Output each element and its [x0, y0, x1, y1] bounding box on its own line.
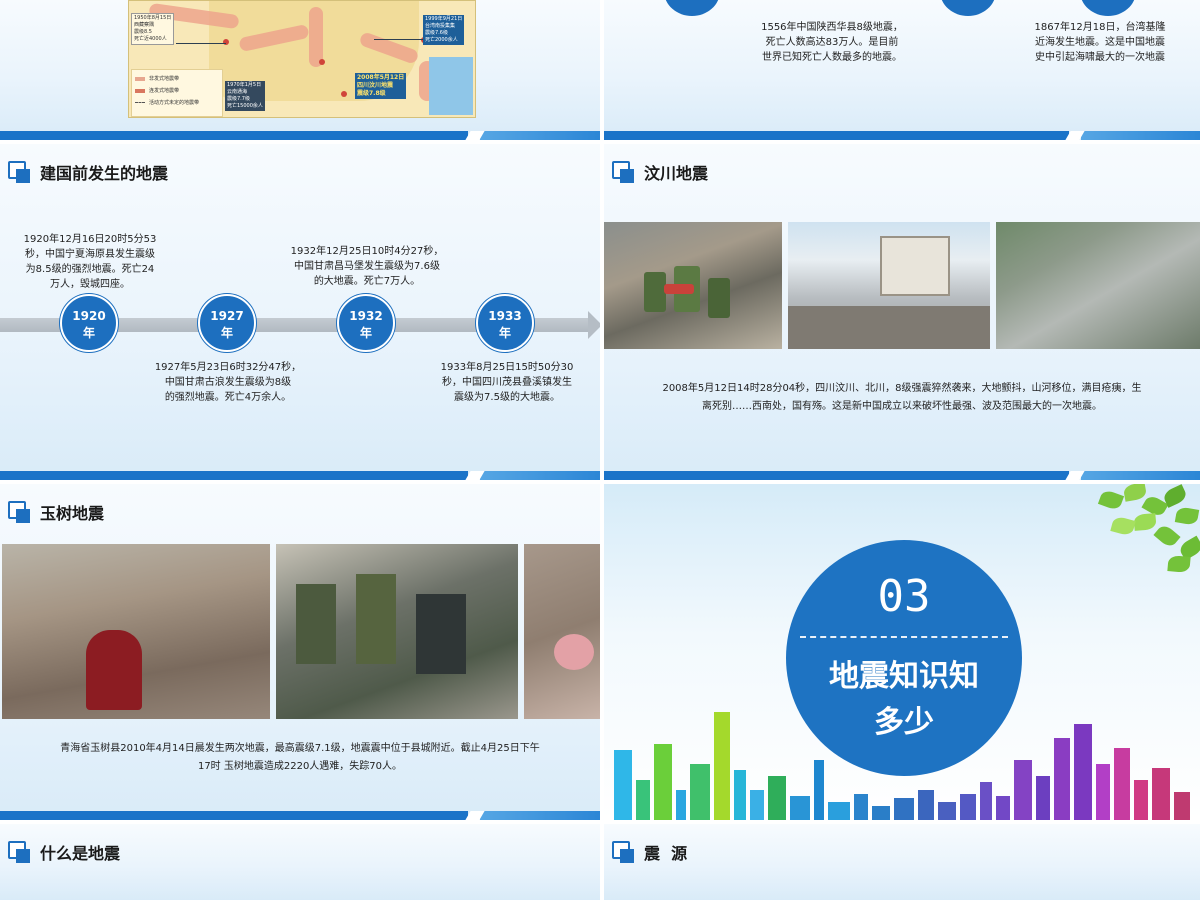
label-1950: 1950年8月15日 西藏察隅 震级8.5 死亡近4000人: [131, 13, 175, 45]
year-circle: [1080, 0, 1136, 16]
title-text: 震 源: [644, 844, 688, 863]
slide-section-03[interactable]: 03 地震知识知 多少: [604, 484, 1200, 820]
slide-title: 什么是地震: [8, 840, 120, 864]
slide-footer-bar: [0, 811, 600, 820]
label-1999: 1999年9月21日 台湾南投集集 震级7.6级 死亡2000余人: [423, 15, 465, 45]
connector-line: [374, 39, 424, 40]
square-bullet-icon: [8, 161, 32, 183]
event-text-1920: 1920年12月16日20时5分53 秒，中国宁夏海原县发生震级 为8.5级的强…: [23, 234, 157, 290]
timeline-arrow-icon: [588, 311, 600, 339]
wenchuan-caption: 2008年5月12日14时28分04秒，四川汶川、北川，8级强震猝然袭来，大地颤…: [662, 383, 1142, 412]
photo-collapsed-building: [788, 222, 990, 349]
huaxian-quake-text: 1556年中国陕西华县8级地震， 死亡人数高达83万人。是目前 世界已知死亡人数…: [761, 22, 903, 63]
slide-earthquake-source[interactable]: 震 源: [604, 824, 1200, 900]
slide-history-quakes[interactable]: 1556年中国陕西华县8级地震， 死亡人数高达83万人。是目前 世界已知死亡人数…: [604, 0, 1200, 140]
city-skyline-decoration: [604, 700, 1200, 820]
map-inset-sea: [429, 57, 473, 115]
timeline-node-1927[interactable]: 1927 年: [198, 294, 256, 352]
legend-item: 连发式地震带: [135, 85, 219, 97]
slide-footer-bar: [0, 471, 600, 480]
photo-monk-ruins: [2, 544, 270, 719]
legend-item: 活动方式未定的地震带: [135, 97, 219, 109]
title-text: 汶川地震: [644, 164, 709, 183]
connector-line: [176, 43, 226, 44]
slide-title: 震 源: [612, 840, 687, 864]
timeline-node-1932[interactable]: 1932 年: [337, 294, 395, 352]
slide-footer-bar: [0, 131, 600, 140]
slide-title: 建国前发生的地震: [8, 160, 168, 184]
section-number: 03: [877, 571, 931, 622]
title-text: 建国前发生的地震: [40, 164, 169, 183]
slide-footer-bar: [604, 471, 1200, 480]
epicenter-pin: [341, 91, 347, 97]
slide-wenchuan[interactable]: 汶川地震 2008年5月12日14时28分04秒，四川汶川、北川，8级强震猝然袭…: [604, 144, 1200, 480]
square-bullet-icon: [8, 501, 32, 523]
timeline-node-1933[interactable]: 1933 年: [476, 294, 534, 352]
photo-rescue-soldiers: [604, 222, 782, 349]
slide-title: 玉树地震: [8, 500, 104, 524]
slide-yushu[interactable]: 玉树地震 青海省玉树县2010年4月14日晨发生两次地震，最高震级7.1级，地震…: [0, 484, 600, 820]
event-text-1932: 1932年12月25日10时4分27秒， 中国甘肃昌马堡发生震级为7.6级 的大…: [290, 246, 444, 287]
label-2008: 2008年5月12日 四川汶川地震 震级7.8级: [355, 73, 407, 99]
tree-leaves-decoration: [1040, 484, 1200, 594]
title-text: 玉树地震: [40, 504, 105, 523]
keelung-quake-text: 1867年12月18日，台湾基隆 近海发生地震。这是中国地震 史中引起海啸最大的…: [1034, 22, 1166, 63]
year-circle: [940, 0, 996, 16]
slide-footer-bar: [604, 131, 1200, 140]
timeline-node-1920[interactable]: 1920 年: [60, 294, 118, 352]
square-bullet-icon: [612, 841, 636, 863]
event-text-1927: 1927年5月23日6时32分47秒， 中国甘肃古浪发生震级为8级 的强烈地震。…: [154, 362, 302, 403]
epicenter-pin: [319, 59, 325, 65]
slide-what-is-earthquake[interactable]: 什么是地震: [0, 824, 600, 900]
photo-debris: [524, 544, 600, 719]
slide-earthquake-map[interactable]: 1950年8月15日 西藏察隅 震级8.5 死亡近4000人 1999年9月21…: [0, 0, 600, 140]
square-bullet-icon: [612, 161, 636, 183]
legend-item: 非发式地震带: [135, 73, 219, 85]
year-circle: [664, 0, 720, 16]
label-1970: 1970年1月5日 云南通海 震级7.7级 死亡15000余人: [225, 81, 265, 111]
photo-rescue-team: [276, 544, 518, 719]
yushu-caption: 青海省玉树县2010年4月14日晨发生两次地震，最高震级7.1级，地震震中位于县…: [60, 743, 540, 772]
slide-pre-1949-quakes[interactable]: 建国前发生的地震 1920 年 1927 年 1932 年 1933 年 1920年12…: [0, 144, 600, 480]
divider: [800, 636, 1008, 638]
map-legend: 非发式地震带 连发式地震带 活动方式未定的地震带: [131, 69, 223, 117]
epicenter-pin: [223, 39, 229, 45]
event-text-1933: 1933年8月25日15时50分30 秒，中国四川茂县叠溪镇发生 震级为7.5级…: [440, 362, 574, 403]
photo-aerial-town: [996, 222, 1200, 349]
seismic-belt: [309, 7, 323, 67]
title-text: 什么是地震: [40, 844, 121, 863]
slide-grid: 1950年8月15日 西藏察隅 震级8.5 死亡近4000人 1999年9月21…: [0, 0, 1200, 900]
square-bullet-icon: [8, 841, 32, 863]
slide-title: 汶川地震: [612, 160, 708, 184]
china-earthquake-map: 1950年8月15日 西藏察隅 震级8.5 死亡近4000人 1999年9月21…: [128, 0, 476, 118]
